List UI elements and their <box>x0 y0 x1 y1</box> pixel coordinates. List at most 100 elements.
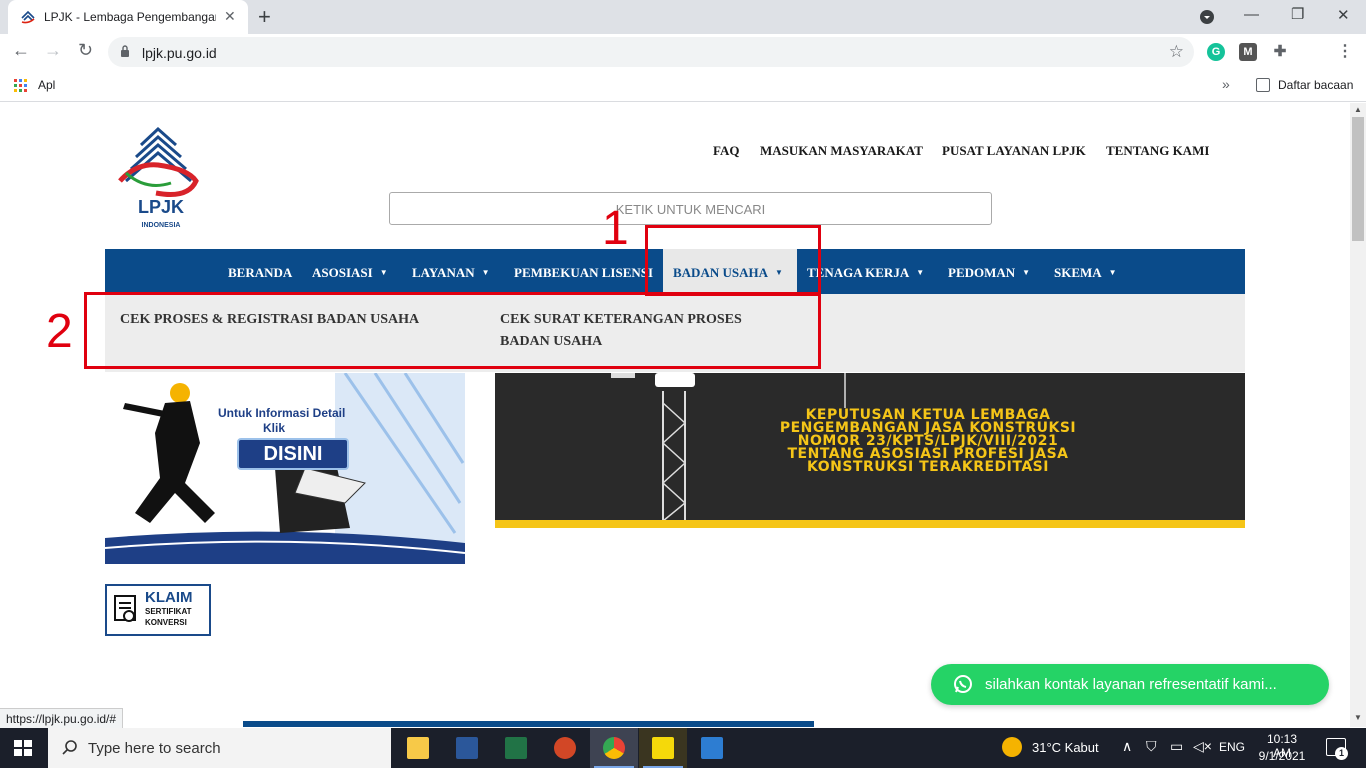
close-tab-icon[interactable]: ✕ <box>224 8 236 25</box>
topnav-masukan-masyarakat[interactable]: MASUKAN MASYARAKAT <box>760 143 923 159</box>
klaim-line1: SERTIFIKAT <box>145 607 192 616</box>
taskbar-file-explorer[interactable] <box>394 728 442 768</box>
grammarly-extension-icon[interactable]: G <box>1207 43 1225 61</box>
word-icon <box>456 737 478 759</box>
chrome-icon <box>603 737 625 759</box>
mendeley-extension-icon[interactable]: M <box>1239 43 1257 61</box>
banner-info-line2: Klik <box>263 421 286 435</box>
scrollbar-thumb[interactable] <box>1352 117 1364 241</box>
reload-icon[interactable]: ↻ <box>78 40 93 61</box>
taskbar-sticky-notes[interactable] <box>639 728 687 768</box>
disini-button[interactable]: DISINI <box>237 438 349 470</box>
taskbar-word[interactable] <box>443 728 491 768</box>
klaim-sertifikat-button[interactable]: KLAIM SERTIFIKAT KONVERSI <box>105 584 211 636</box>
weather-icon[interactable] <box>1002 737 1022 757</box>
annotation-number-1: 1 <box>602 202 629 255</box>
lpjk-logo[interactable]: LPJK INDONESIA <box>116 123 206 233</box>
excel-icon <box>505 737 527 759</box>
minimize-icon[interactable]: — <box>1244 6 1259 23</box>
apps-label[interactable]: Apl <box>38 78 55 92</box>
menu-tenaga-kerja[interactable]: TENAGA KERJA ▼ <box>807 265 924 281</box>
annotation-box-2 <box>84 292 821 369</box>
footer-blue-bar <box>243 721 814 727</box>
close-window-icon[interactable]: ✕ <box>1337 6 1350 24</box>
windows-start-icon[interactable] <box>14 740 32 756</box>
menu-pembekuan-lisensi[interactable]: PEMBEKUAN LISENSI <box>514 265 653 281</box>
forward-icon[interactable]: → <box>44 40 62 61</box>
file-explorer-icon <box>407 737 429 759</box>
topnav-pusat-layanan[interactable]: PUSAT LAYANAN LPJK <box>942 143 1086 159</box>
notification-count-badge: 1 <box>1335 747 1348 760</box>
new-tab-icon[interactable]: + <box>258 4 271 30</box>
logo-text: LPJK <box>138 197 184 217</box>
reading-list-label[interactable]: Daftar bacaan <box>1278 78 1353 92</box>
scroll-down-icon[interactable]: ▼ <box>1354 713 1362 722</box>
language-indicator[interactable]: ENG <box>1219 740 1245 754</box>
back-icon[interactable]: ← <box>12 40 30 61</box>
apps-grid-icon[interactable] <box>14 79 28 93</box>
network-icon[interactable]: ▭ <box>1170 738 1183 755</box>
volume-muted-icon[interactable]: ◁× <box>1193 738 1212 755</box>
page-scrollbar[interactable]: ▲ ▼ <box>1350 103 1366 727</box>
caret-down-icon: ▼ <box>1108 268 1117 277</box>
whatsapp-contact-button[interactable]: silahkan kontak layanan refresentatif ka… <box>931 664 1329 705</box>
banner-stripe <box>495 520 1245 528</box>
windows-taskbar: Type here to search 31°C Kabut ∧ ⛉ ▭ ◁× … <box>0 728 1366 768</box>
profile-menu-icon[interactable] <box>1199 9 1215 25</box>
chrome-menu-icon[interactable]: ⋮ <box>1336 43 1354 61</box>
banner-info-line1: Untuk Informasi Detail <box>218 406 346 420</box>
annotation-box-1 <box>645 225 821 296</box>
menu-pedoman[interactable]: PEDOMAN ▼ <box>948 265 1030 281</box>
whatsapp-icon <box>954 675 972 693</box>
browser-tab-bar: LPJK - Lembaga Pengembangan ✕ + — ❐ ✕ <box>0 0 1366 34</box>
announcement-banner[interactable]: KEPUTUSAN KETUA LEMBAGA PENGEMBANGAN JAS… <box>495 373 1245 528</box>
caret-down-icon: ▼ <box>481 268 490 277</box>
caret-down-icon: ▼ <box>379 268 388 277</box>
menu-beranda[interactable]: BERANDA <box>228 265 292 281</box>
certificate-icon <box>114 595 136 622</box>
security-shield-icon[interactable]: ⛉ <box>1146 738 1157 755</box>
browser-toolbar: ← → ↻ lpjk.pu.go.id ☆ G M ✚ ⋮ <box>0 34 1366 70</box>
bookmarks-bar: Apl » Daftar bacaan <box>0 70 1366 102</box>
more-bookmarks-icon[interactable]: » <box>1222 76 1230 92</box>
taskbar-powerpoint[interactable] <box>541 728 589 768</box>
caret-down-icon: ▼ <box>1022 268 1031 277</box>
address-bar[interactable]: lpjk.pu.go.id ☆ <box>108 37 1194 67</box>
photos-icon <box>701 737 723 759</box>
logo-subtext: INDONESIA <box>142 222 181 229</box>
scroll-up-icon[interactable]: ▲ <box>1354 105 1362 114</box>
url-text: lpjk.pu.go.id <box>142 45 217 61</box>
info-banner[interactable]: Untuk Informasi Detail Klik DISINI <box>105 373 465 564</box>
reading-list-icon[interactable] <box>1256 78 1270 92</box>
extensions-puzzle-icon[interactable]: ✚ <box>1271 43 1289 61</box>
menu-asosiasi[interactable]: ASOSIASI ▼ <box>312 265 388 281</box>
taskbar-chrome[interactable] <box>590 728 638 768</box>
caret-down-icon: ▼ <box>916 268 925 277</box>
web-page: LPJK INDONESIA FAQ MASUKAN MASYARAKAT PU… <box>0 103 1350 727</box>
taskbar-photos[interactable] <box>688 728 736 768</box>
sticky-notes-icon <box>652 737 674 759</box>
search-icon <box>62 740 77 755</box>
klaim-title: KLAIM <box>145 589 193 606</box>
restore-icon[interactable]: ❐ <box>1291 5 1304 23</box>
menu-layanan[interactable]: LAYANAN ▼ <box>412 265 490 281</box>
powerpoint-icon <box>554 737 576 759</box>
tab-title: LPJK - Lembaga Pengembangan <box>44 10 216 24</box>
menu-skema[interactable]: SKEMA ▼ <box>1054 265 1117 281</box>
bookmark-star-icon[interactable]: ☆ <box>1169 42 1184 62</box>
weather-text[interactable]: 31°C Kabut <box>1032 740 1099 755</box>
taskbar-search-box[interactable]: Type here to search <box>48 728 391 768</box>
taskbar-excel[interactable] <box>492 728 540 768</box>
taskbar-search-placeholder: Type here to search <box>88 740 221 757</box>
link-status-bar: https://lpjk.pu.go.id/# <box>0 708 124 728</box>
tray-chevron-up-icon[interactable]: ∧ <box>1122 738 1132 755</box>
clock-date[interactable]: 9/1/2021 <box>1257 749 1307 763</box>
site-search-input[interactable]: KETIK UNTUK MENCARI <box>389 192 992 225</box>
browser-tab[interactable]: LPJK - Lembaga Pengembangan ✕ <box>8 0 248 34</box>
topnav-tentang-kami[interactable]: TENTANG KAMI <box>1106 143 1209 159</box>
topnav-faq[interactable]: FAQ <box>713 143 739 159</box>
lock-icon <box>121 45 129 57</box>
lpjk-favicon-icon <box>21 10 35 24</box>
annotation-number-2: 2 <box>46 305 73 358</box>
klaim-line2: KONVERSI <box>145 618 187 627</box>
